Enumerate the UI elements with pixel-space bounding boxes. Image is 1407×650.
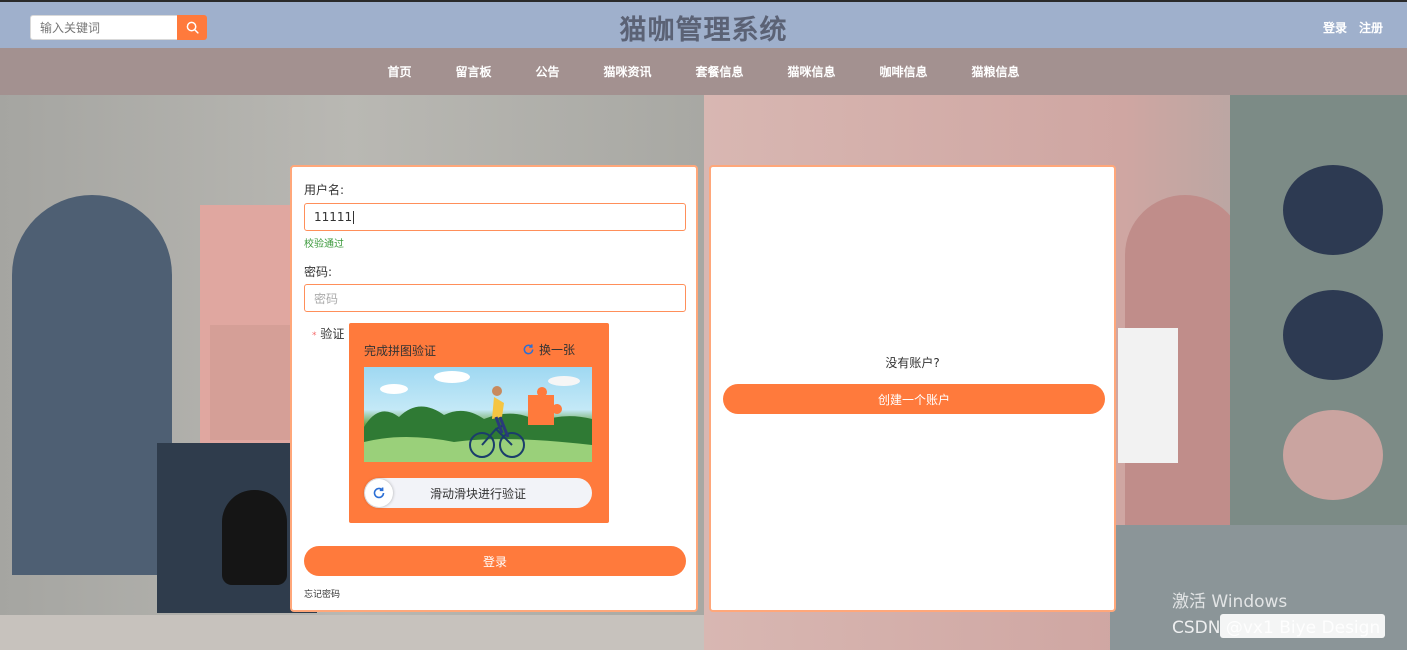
nav-item-cat-news[interactable]: 猫咪资讯 [581, 63, 673, 80]
slider-text: 滑动滑块进行验证 [429, 486, 526, 501]
username-label: 用户名: [304, 183, 345, 197]
login-card: 用户名: 11111 校验通过 密码: 密码 * 验证 完成拼图验证 换一张 滑… [290, 165, 698, 612]
password-field[interactable]: 密码 [304, 284, 686, 312]
nav-item-coffee[interactable]: 咖啡信息 [858, 63, 950, 80]
captcha-refresh-button[interactable]: 换一张 [522, 341, 575, 358]
nav-item-cats[interactable]: 猫咪信息 [766, 63, 858, 80]
login-submit-button[interactable]: 登录 [304, 546, 686, 576]
slider-handle[interactable] [365, 479, 393, 507]
top-header: 猫咖管理系统 登录 注册 [0, 0, 1407, 48]
captcha-refresh-label: 换一张 [539, 343, 576, 357]
nav-item-home[interactable]: 首页 [365, 63, 433, 80]
signup-card: 没有账户? 创建一个账户 [709, 165, 1116, 612]
captcha-panel: 完成拼图验证 换一张 滑动滑块进行验证 [349, 323, 609, 523]
create-account-button[interactable]: 创建一个账户 [723, 384, 1105, 414]
no-account-text: 没有账户? [885, 356, 940, 370]
captcha-puzzle-image [364, 367, 592, 462]
username-value: 11111 [314, 210, 353, 224]
nav-item-packages[interactable]: 套餐信息 [674, 63, 766, 80]
nav-item-cat-food[interactable]: 猫粮信息 [950, 63, 1042, 80]
nav-item-notice[interactable]: 公告 [513, 63, 581, 80]
main-nav: 首页 留言板 公告 猫咪资讯 套餐信息 猫咪信息 咖啡信息 猫粮信息 [0, 48, 1407, 95]
login-link[interactable]: 登录 [1323, 19, 1347, 36]
csdn-watermark: CSDN @vx1 Biye Design [1172, 618, 1381, 638]
site-title: 猫咖管理系统 [619, 15, 788, 46]
verify-label-row: * 验证 [312, 325, 344, 342]
background-image [0, 95, 1407, 650]
register-link[interactable]: 注册 [1359, 19, 1383, 36]
username-field[interactable]: 11111 [304, 203, 686, 231]
password-placeholder: 密码 [314, 291, 339, 306]
refresh-icon [523, 344, 534, 355]
refresh-icon [373, 487, 385, 499]
captcha-title: 完成拼图验证 [364, 344, 437, 358]
password-label: 密码: [304, 265, 333, 279]
validation-message: 校验通过 [304, 239, 344, 250]
windows-activation-watermark: 激活 Windows [1172, 592, 1288, 612]
captcha-slider[interactable]: 滑动滑块进行验证 [364, 478, 592, 508]
required-mark: * [312, 331, 317, 341]
nav-item-messages[interactable]: 留言板 [433, 63, 513, 80]
auth-links: 登录 注册 [1323, 19, 1383, 36]
verify-label: 验证 [320, 327, 345, 341]
forgot-password-link[interactable]: 忘记密码 [304, 587, 340, 600]
